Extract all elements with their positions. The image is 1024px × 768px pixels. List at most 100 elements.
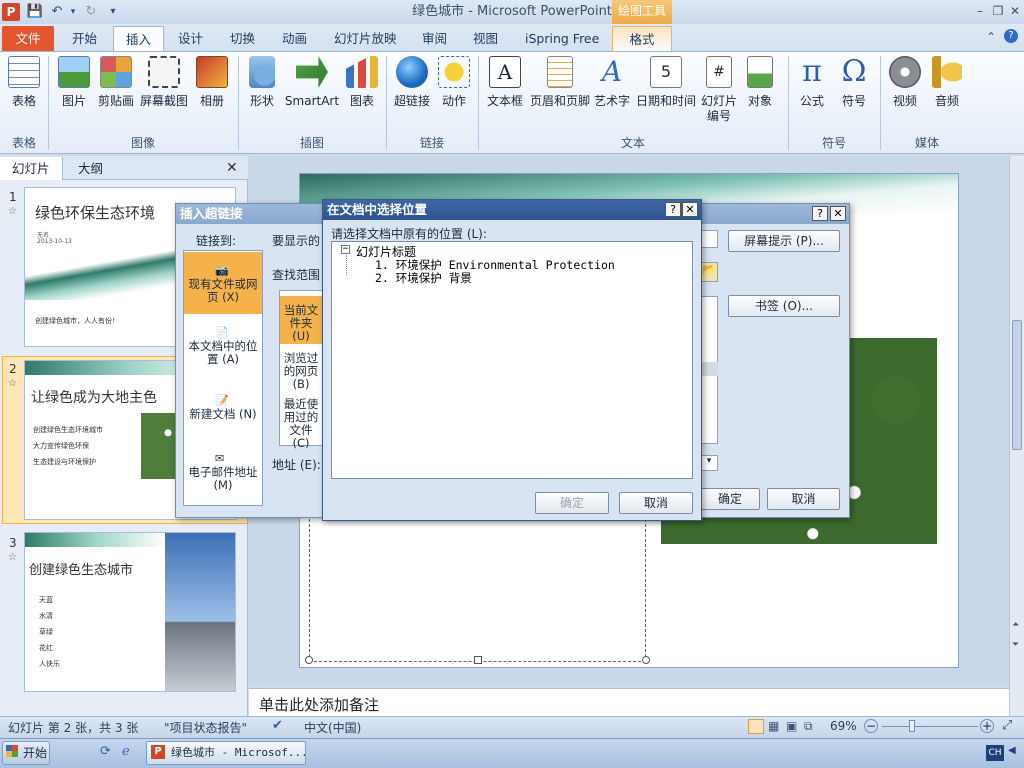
- help-icon[interactable]: ?: [812, 206, 828, 221]
- powerpoint-logo-icon[interactable]: P: [2, 3, 20, 21]
- zoom-slider-thumb[interactable]: [909, 720, 915, 732]
- symbol-button[interactable]: Ω 符号: [836, 56, 872, 109]
- spellcheck-icon[interactable]: ✔: [272, 718, 283, 733]
- ie-icon[interactable]: ℯ: [122, 744, 130, 759]
- address-dropdown-icon[interactable]: ▾: [700, 455, 718, 471]
- photo-album-button[interactable]: 相册: [194, 56, 230, 109]
- select-place-cancel-button[interactable]: 取消: [619, 492, 693, 514]
- tray-expand-icon[interactable]: ◀: [1008, 745, 1016, 756]
- customize-qat-icon[interactable]: ▾: [104, 3, 122, 21]
- resize-handle[interactable]: [474, 656, 482, 664]
- folder-open-icon[interactable]: 📂: [700, 262, 718, 282]
- reading-view-icon[interactable]: ▣: [786, 719, 797, 733]
- tab-home[interactable]: 开始: [60, 26, 109, 51]
- desktop-icon[interactable]: ⟳: [100, 744, 111, 759]
- slide-sorter-icon[interactable]: ▦: [768, 719, 779, 733]
- vertical-scrollbar[interactable]: ⏶ ⏷: [1009, 156, 1024, 716]
- shapes-button[interactable]: 形状: [244, 56, 280, 109]
- prev-slide-icon[interactable]: ⏶: [1012, 620, 1019, 630]
- browse-recent-files[interactable]: 最近使用过的文件 (C): [280, 398, 322, 450]
- text-placeholder-selected[interactable]: [309, 514, 646, 662]
- textbox-icon: A: [489, 56, 521, 88]
- chart-button[interactable]: 图表: [342, 56, 382, 109]
- close-panel-icon[interactable]: ✕: [226, 160, 238, 176]
- tab-view[interactable]: 视图: [461, 26, 510, 51]
- tree-item-slide-2[interactable]: 2. 环境保护 背景: [375, 270, 472, 286]
- tab-transitions[interactable]: 切换: [218, 26, 267, 51]
- tab-file[interactable]: 文件: [2, 26, 54, 51]
- close-icon[interactable]: ✕: [682, 202, 698, 217]
- tab-outline[interactable]: 大纲: [66, 157, 115, 180]
- wordart-button[interactable]: A 艺术字: [594, 56, 630, 109]
- redo-icon[interactable]: ↻: [82, 3, 100, 21]
- tab-slideshow[interactable]: 幻灯片放映: [322, 26, 409, 51]
- screenshot-button[interactable]: 屏幕截图: [138, 56, 190, 109]
- undo-dropdown-icon[interactable]: ▾: [64, 3, 82, 21]
- date-time-button[interactable]: 5 日期和时间: [636, 56, 696, 109]
- bookmark-button[interactable]: 书签 (O)...: [728, 295, 840, 317]
- resize-handle[interactable]: [305, 656, 313, 664]
- screen-tip-button[interactable]: 屏幕提示 (P)...: [728, 230, 840, 252]
- document-place-tree[interactable]: − 幻灯片标题 1. 环境保护 Environmental Protection…: [331, 241, 693, 479]
- equation-button[interactable]: π 公式: [794, 56, 830, 109]
- hyperlink-button[interactable]: 超链接: [390, 56, 434, 109]
- browse-current-folder[interactable]: 当前文件夹 (U): [280, 296, 322, 344]
- save-icon[interactable]: 💾: [26, 3, 44, 21]
- video-button[interactable]: 视频: [886, 56, 924, 109]
- address-label: 地址 (E):: [272, 458, 321, 472]
- restore-icon[interactable]: ❐: [990, 2, 1006, 20]
- link-email-address[interactable]: 电子邮件地址 (M): [184, 466, 262, 492]
- zoom-slider-track[interactable]: [882, 726, 978, 727]
- action-button[interactable]: 动作: [436, 56, 472, 109]
- object-button[interactable]: 对象: [742, 56, 778, 109]
- slideshow-view-icon[interactable]: ⧉: [804, 719, 813, 734]
- taskbar-powerpoint-item[interactable]: 绿色城市 - Microsof...: [146, 741, 306, 765]
- help-icon[interactable]: ?: [1004, 29, 1018, 43]
- tab-slides[interactable]: 幻灯片: [0, 157, 63, 180]
- slide-number-button[interactable]: # 幻灯片编号: [698, 56, 740, 124]
- next-slide-icon[interactable]: ⏷: [1012, 640, 1019, 650]
- slide-thumbnail-3[interactable]: 创建绿色生态城市 天蓝 水清 草绿 花红 人快乐: [24, 532, 236, 692]
- fit-to-window-icon[interactable]: ⤢: [1002, 718, 1012, 733]
- tab-review[interactable]: 审阅: [410, 26, 459, 51]
- tab-format[interactable]: 格式: [612, 26, 672, 51]
- collapse-node-icon[interactable]: −: [341, 245, 350, 254]
- textbox-button[interactable]: A 文本框: [484, 56, 526, 109]
- ime-indicator[interactable]: CH: [986, 745, 1004, 761]
- help-icon[interactable]: ?: [665, 202, 681, 217]
- hyperlink-cancel-button[interactable]: 取消: [767, 488, 840, 510]
- browse-pages[interactable]: 浏览过的网页 (B): [280, 352, 322, 391]
- select-place-ok-button[interactable]: 确定: [535, 492, 609, 514]
- theme-status[interactable]: "项目状态报告": [164, 719, 247, 736]
- link-new-document[interactable]: 新建文档 (N): [184, 408, 262, 421]
- collapse-ribbon-icon[interactable]: ⌃: [986, 30, 996, 44]
- minimize-icon[interactable]: –: [972, 2, 988, 20]
- notes-pane[interactable]: 单击此处添加备注: [249, 688, 1009, 716]
- table-button[interactable]: 表格: [4, 56, 44, 109]
- tab-design[interactable]: 设计: [166, 26, 215, 51]
- normal-view-icon[interactable]: [748, 719, 764, 734]
- smartart-button[interactable]: SmartArt: [284, 56, 340, 109]
- language-status[interactable]: 中文(中国): [304, 719, 361, 736]
- resize-handle[interactable]: [642, 656, 650, 664]
- thumb-title: 绿色环保生态环境: [35, 204, 156, 222]
- zoom-out-icon[interactable]: −: [864, 719, 878, 733]
- audio-button[interactable]: 音频: [928, 56, 966, 109]
- zoom-in-icon[interactable]: +: [980, 719, 994, 733]
- tab-animations[interactable]: 动画: [270, 26, 319, 51]
- globe-icon: [396, 56, 428, 88]
- hyperlink-ok-button[interactable]: 确定: [700, 488, 760, 510]
- scroll-thumb[interactable]: [1012, 320, 1022, 450]
- close-icon[interactable]: ✕: [830, 206, 846, 221]
- tab-ispring[interactable]: iSpring Free: [513, 26, 611, 51]
- header-footer-button[interactable]: 页眉和页脚: [528, 56, 592, 109]
- zoom-level[interactable]: 69%: [830, 719, 857, 733]
- picture-button[interactable]: 图片: [56, 56, 92, 109]
- tab-insert[interactable]: 插入: [113, 26, 165, 52]
- link-place-in-document[interactable]: 本文档中的位置 (A): [184, 340, 262, 366]
- file-list-row[interactable]: [700, 362, 718, 376]
- close-icon[interactable]: ✕: [1007, 2, 1023, 20]
- clipart-button[interactable]: 剪贴画: [96, 56, 136, 109]
- display-text-input[interactable]: [700, 230, 718, 248]
- link-existing-file[interactable]: 现有文件或网页 (X): [184, 252, 262, 314]
